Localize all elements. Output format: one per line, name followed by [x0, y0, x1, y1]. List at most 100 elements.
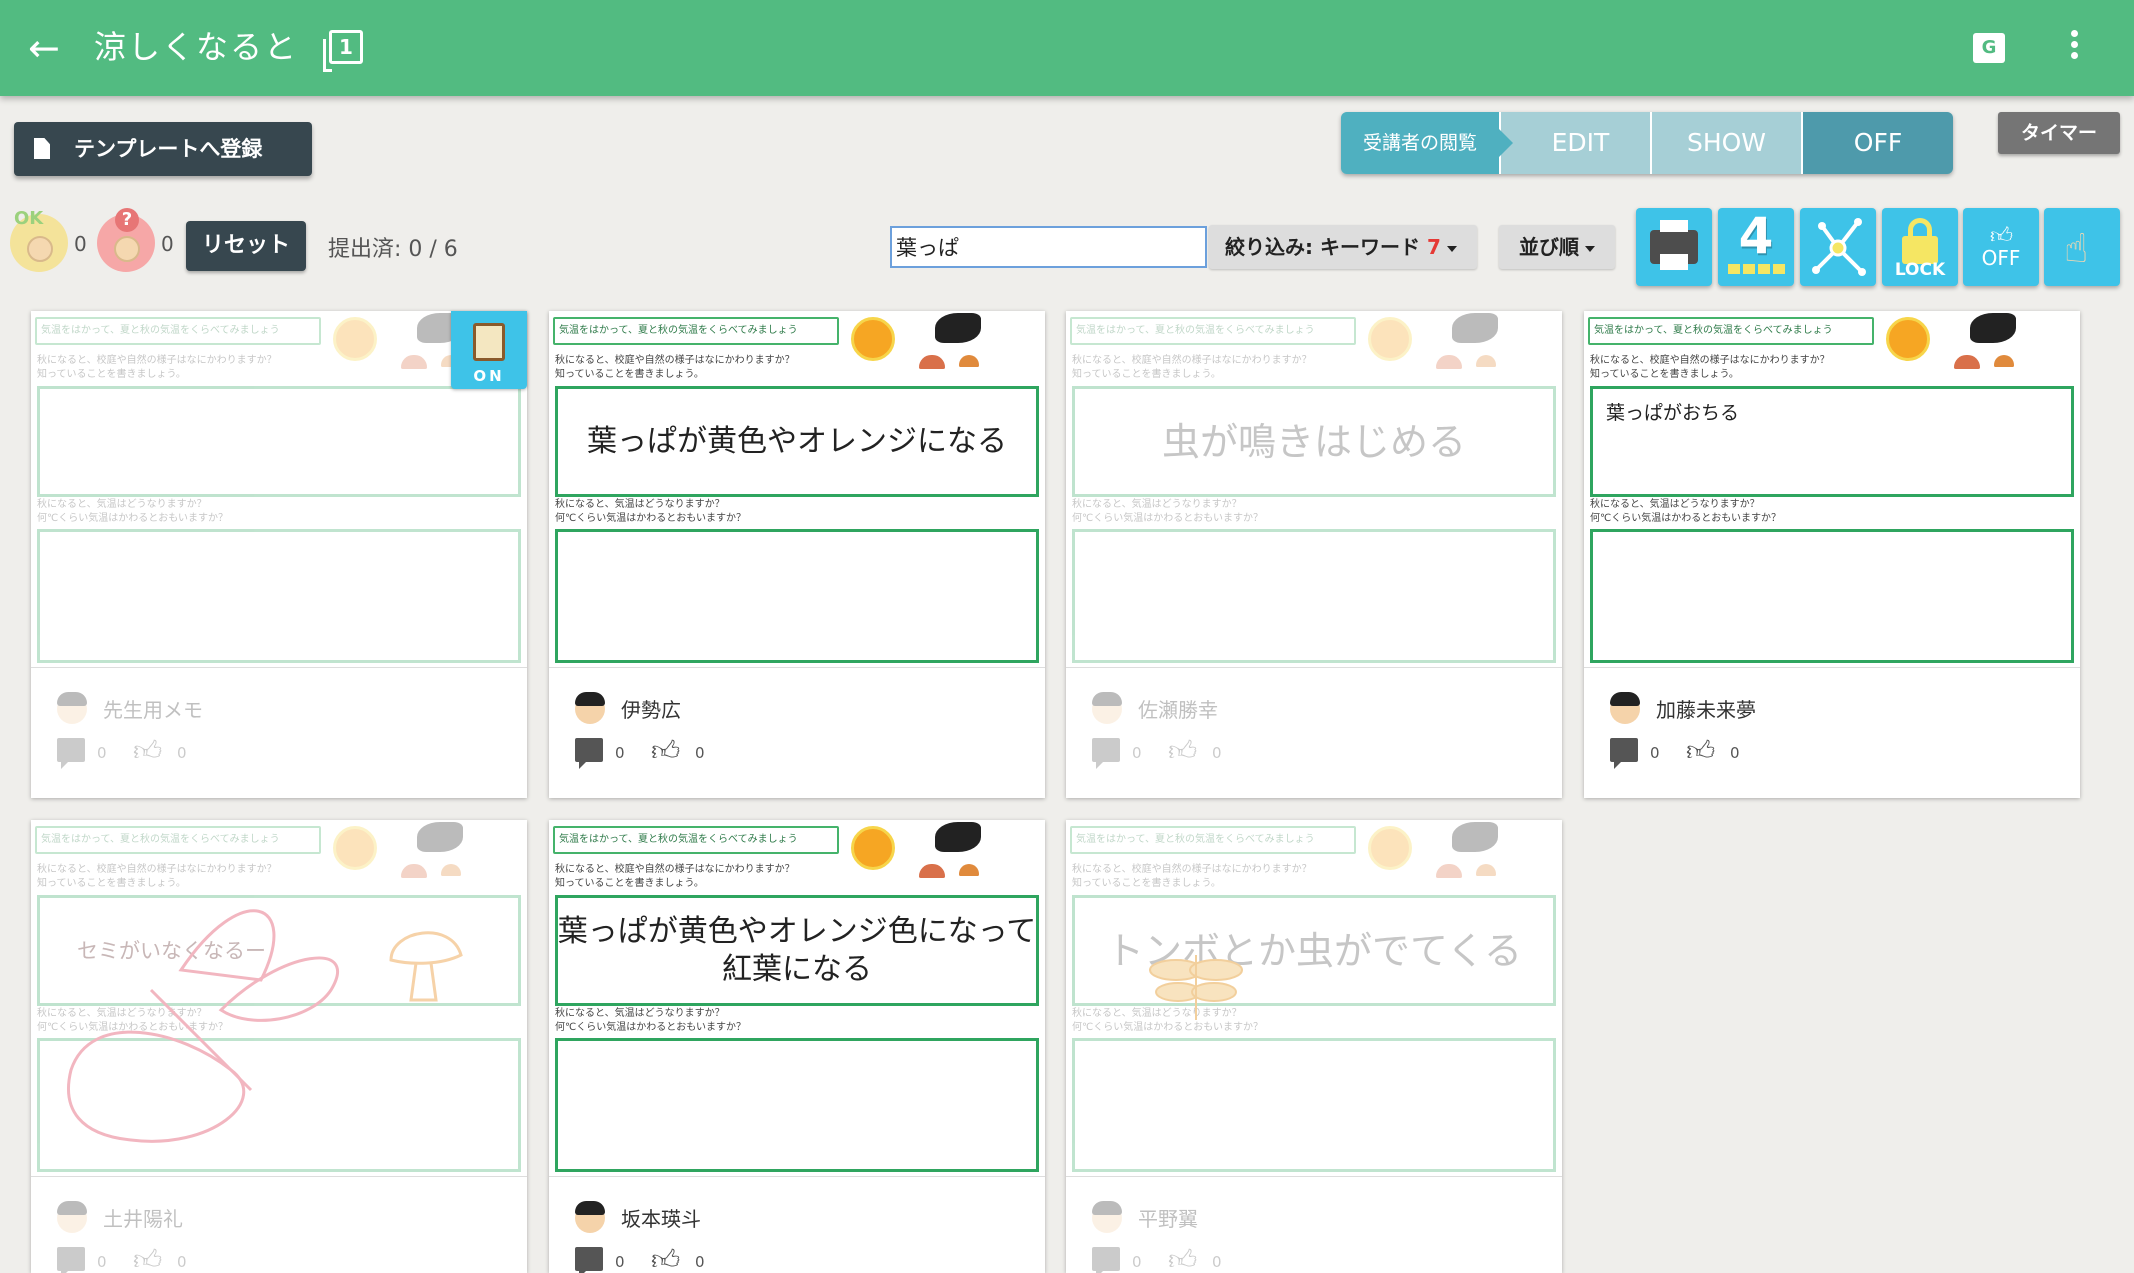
question-1: 秋になると、校庭や自然の様子はなにかわりますか？ — [1072, 355, 1312, 366]
like-count: 0 — [1730, 744, 1740, 762]
question-2-sub: 何℃くらい気温はかわるとおもいますか？ — [555, 513, 747, 524]
card-answer-text: セミがいなくなるー — [77, 938, 266, 963]
sun-illustration-icon — [851, 317, 895, 361]
sort-label: 並び順 — [1519, 235, 1579, 259]
lock-button[interactable]: LOCK — [1882, 208, 1958, 286]
avatar — [575, 1201, 605, 1233]
page-title: 涼しくなると — [94, 28, 299, 66]
sun-illustration-icon — [333, 826, 377, 870]
thumbs-up-icon[interactable]: 👍︎ — [651, 1243, 680, 1273]
card-footer: 平野翼 0 👍︎ 0 — [1066, 1176, 1562, 1273]
lock-label: LOCK — [1894, 260, 1946, 280]
question-2-sub: 何℃くらい気温はかわるとおもいますか？ — [37, 1022, 229, 1033]
avatar — [1092, 692, 1122, 724]
mushroom-illustration-icon — [919, 355, 945, 369]
thumbs-up-icon[interactable]: 👍︎ — [1168, 734, 1197, 768]
thumbs-up-icon[interactable]: 👍︎ — [133, 734, 162, 768]
card-answer-text: 葉っぱがおちる — [1606, 402, 1740, 424]
register-template-button[interactable]: テンプレートへ登録 — [14, 122, 312, 176]
comment-icon[interactable] — [575, 1247, 603, 1273]
more-vert-icon[interactable] — [2064, 26, 2084, 70]
comment-count: 0 — [97, 744, 107, 762]
thumbs-up-icon[interactable]: 👍︎ — [1686, 734, 1715, 768]
sort-order-dropdown[interactable]: 並び順 — [1499, 225, 1615, 269]
teacher-memo-toggle[interactable]: ON — [451, 311, 527, 389]
card-footer: 加藤未来夢 0 👍︎ 0 — [1584, 667, 2080, 797]
mushroom-illustration-icon — [401, 864, 427, 878]
comment-count: 0 — [1132, 744, 1142, 762]
mushroom-illustration-icon — [1954, 355, 1980, 369]
sun-illustration-icon — [1368, 317, 1412, 361]
keyword-search-input[interactable] — [890, 226, 1207, 268]
submitted-count: 提出済: 0 / 6 — [328, 237, 458, 262]
view-mode-edit[interactable]: EDIT — [1499, 112, 1650, 174]
student-card[interactable]: 気温をはかって、夏と秋の気温をくらべてみましょう 秋になると、校庭や自然の様子は… — [1584, 311, 2080, 798]
question-1: 秋になると、校庭や自然の様子はなにかわりますか？ — [555, 355, 795, 366]
thumbs-up-icon[interactable]: 👍︎ — [651, 734, 680, 768]
question-2-sub: 何℃くらい気温はかわるとおもいますか？ — [1072, 513, 1264, 524]
mushroom-illustration-icon — [919, 864, 945, 878]
print-button[interactable] — [1636, 208, 1712, 286]
connect-button[interactable] — [1800, 208, 1876, 286]
acorn-illustration-icon — [1422, 826, 1552, 866]
reset-button[interactable]: リセット — [186, 221, 306, 271]
student-card[interactable]: 気温をはかって、夏と秋の気温をくらべてみましょう 秋になると、校庭や自然の様子は… — [1066, 311, 1562, 798]
acorn-illustration-icon — [1940, 317, 2070, 357]
ok-count: 0 — [74, 232, 87, 256]
question-2-sub: 何℃くらい気温はかわるとおもいますか？ — [37, 513, 229, 524]
translate-icon[interactable]: G — [1973, 33, 2005, 63]
worksheet-header: 気温をはかって、夏と秋の気温をくらべてみましょう — [35, 317, 321, 345]
view-mode-off[interactable]: OFF — [1801, 112, 1953, 174]
sun-illustration-icon — [1886, 317, 1930, 361]
ok-reaction-icon[interactable]: OK — [10, 208, 68, 272]
thumbs-up-icon[interactable]: 👍︎ — [1168, 1243, 1197, 1273]
question-2: 秋になると、気温はどうなりますか？ — [555, 1008, 725, 1019]
question-1-sub: 知っていることを書きましょう。 — [555, 369, 704, 380]
document-icon — [34, 138, 50, 159]
student-name: 土井陽礼 — [103, 1207, 183, 1231]
question-2-sub: 何℃くらい気温はかわるとおもいますか？ — [555, 1022, 747, 1033]
card-answer-text: 虫が鳴きはじめる — [1161, 419, 1466, 464]
student-name: 加藤未来夢 — [1656, 698, 1756, 722]
comment-icon[interactable] — [57, 738, 85, 769]
comment-icon[interactable] — [1092, 738, 1120, 769]
student-card[interactable]: 気温をはかって、夏と秋の気温をくらべてみましょう 秋になると、校庭や自然の様子は… — [1066, 820, 1562, 1273]
card-footer: 先生用メモ 0 👍︎ 0 — [31, 667, 527, 797]
worksheet-header: 気温をはかって、夏と秋の気温をくらべてみましょう — [35, 826, 321, 854]
page-copy-icon[interactable]: 1 — [323, 30, 363, 72]
worksheet-header: 気温をはかって、夏と秋の気温をくらべてみましょう — [553, 826, 839, 854]
answer-box-2 — [555, 1038, 1039, 1172]
question-reaction-icon[interactable]: ? — [97, 208, 155, 272]
student-name: 坂本瑛斗 — [621, 1207, 701, 1231]
comment-icon[interactable] — [57, 1247, 85, 1273]
card-footer: 坂本瑛斗 0 👍︎ 0 — [549, 1176, 1045, 1273]
filter-keyword-dropdown[interactable]: 絞り込み: キーワード 7 — [1209, 225, 1477, 269]
student-name: 平野翼 — [1138, 1207, 1198, 1231]
pointer-button[interactable]: ☝ — [2044, 208, 2120, 286]
like-toggle-button[interactable]: 👍︎ OFF — [1963, 208, 2039, 286]
student-card[interactable]: 気温をはかって、夏と秋の気温をくらべてみましょう 秋になると、校庭や自然の様子は… — [31, 311, 527, 798]
question-2: 秋になると、気温はどうなりますか？ — [37, 1008, 207, 1019]
thumbs-up-icon[interactable]: 👍︎ — [133, 1243, 162, 1273]
comment-icon[interactable] — [575, 738, 603, 769]
printer-icon — [1650, 220, 1698, 270]
student-card[interactable]: 気温をはかって、夏と秋の気温をくらべてみましょう 秋になると、校庭や自然の様子は… — [31, 820, 527, 1273]
comment-icon[interactable] — [1092, 1247, 1120, 1273]
back-arrow-icon[interactable]: ← — [28, 28, 68, 68]
question-1: 秋になると、校庭や自然の様子はなにかわりますか？ — [37, 864, 277, 875]
student-view-mode-toggle: 受講者の閲覧 EDIT SHOW OFF — [1341, 112, 1953, 174]
question-2: 秋になると、気温はどうなりますか？ — [1590, 499, 1760, 510]
comment-icon[interactable] — [1610, 738, 1638, 769]
worksheet-header: 気温をはかって、夏と秋の気温をくらべてみましょう — [1588, 317, 1874, 345]
avatar — [57, 1201, 87, 1233]
grid-columns-button[interactable]: 4 — [1718, 208, 1794, 286]
question-2: 秋になると、気温はどうなりますか？ — [1072, 499, 1242, 510]
question-1: 秋になると、校庭や自然の様子はなにかわりますか？ — [1072, 864, 1312, 875]
timer-button[interactable]: タイマー — [1998, 112, 2120, 154]
question-2: 秋になると、気温はどうなりますか？ — [37, 499, 207, 510]
student-card[interactable]: 気温をはかって、夏と秋の気温をくらべてみましょう 秋になると、校庭や自然の様子は… — [549, 820, 1045, 1273]
student-name: 伊勢広 — [621, 698, 681, 722]
student-card[interactable]: 気温をはかって、夏と秋の気温をくらべてみましょう 秋になると、校庭や自然の様子は… — [549, 311, 1045, 798]
acorn-illustration-icon — [387, 826, 517, 866]
view-mode-show[interactable]: SHOW — [1650, 112, 1801, 174]
